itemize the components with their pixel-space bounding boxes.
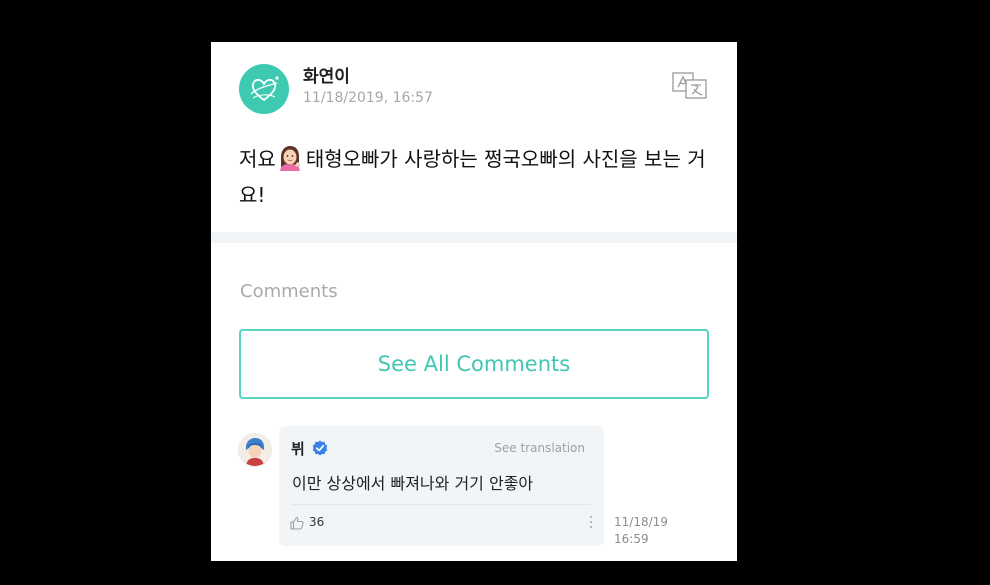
post-text-start: 저요: [239, 147, 276, 171]
post-author-name[interactable]: 화연이: [303, 62, 350, 87]
post-card: 화연이 11/18/2019, 16:57 저요 태형오빠가 사랑하는 쩡국오빠…: [211, 42, 737, 561]
see-translation-link[interactable]: See translation: [494, 441, 585, 455]
section-divider: [211, 232, 737, 243]
translate-icon[interactable]: [672, 71, 708, 99]
more-vertical-icon[interactable]: [588, 514, 594, 530]
post-timestamp: 11/18/2019, 16:57: [303, 90, 433, 106]
post-text-end: 태형오빠가 사랑하는 쩡국오빠의 사진을 보는 거요!: [239, 147, 706, 207]
author-avatar[interactable]: [239, 64, 289, 114]
comment-author-name[interactable]: 뷔: [291, 438, 305, 459]
thumbs-up-icon[interactable]: [290, 515, 304, 530]
comment-bubble: 뷔 See translation 이만 상상에서 빠져나와 거기 안좋아 36: [279, 426, 604, 546]
heart-logo-icon: [250, 76, 279, 102]
post-body: 저요 태형오빠가 사랑하는 쩡국오빠의 사진을 보는 거요!: [239, 141, 719, 213]
woman-tipping-hand-emoji: [278, 145, 302, 171]
comment-timestamp: 11/18/19 16:59: [614, 514, 668, 548]
comment-text: 이만 상상에서 빠져나와 거기 안좋아: [292, 474, 534, 493]
comment-time: 16:59: [614, 532, 649, 546]
comments-heading: Comments: [240, 281, 338, 302]
comment-divider: [291, 504, 591, 505]
verified-badge-icon: [312, 440, 328, 456]
commenter-avatar[interactable]: [238, 433, 272, 467]
comment-date: 11/18/19: [614, 515, 668, 529]
see-all-comments-button[interactable]: See All Comments: [239, 329, 709, 399]
like-count: 36: [309, 515, 325, 529]
